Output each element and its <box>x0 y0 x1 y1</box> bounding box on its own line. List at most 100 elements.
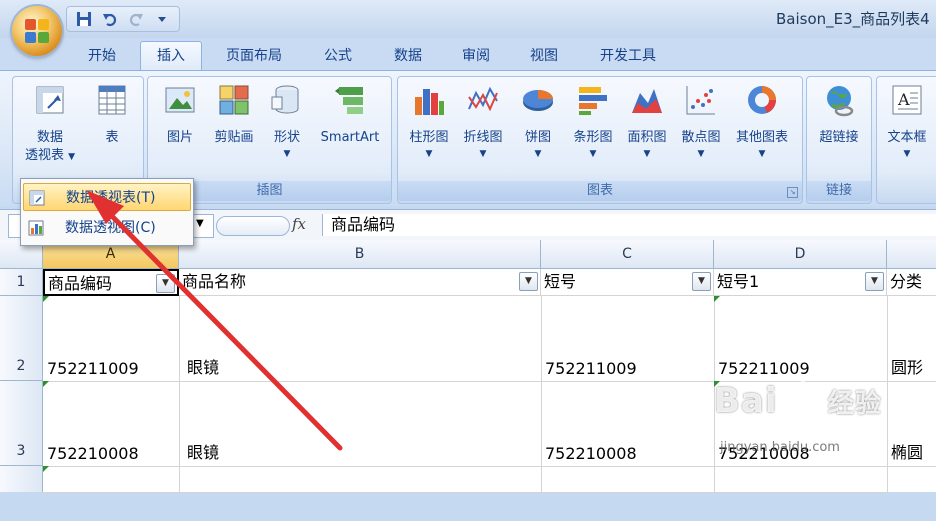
links-group-label: 链接 <box>807 181 871 201</box>
redo-icon[interactable] <box>125 9 147 29</box>
tab-formulas[interactable]: 公式 <box>312 44 364 68</box>
header-cell-text: 商品编码 <box>48 274 113 293</box>
pivot-chart-small-icon <box>28 220 44 236</box>
watermark-main-text: Bai <box>714 381 778 421</box>
shapes-button[interactable]: 形状 ▼ <box>264 83 310 161</box>
data-cell[interactable]: 眼镜 <box>179 296 542 382</box>
formula-input[interactable]: 商品编码 <box>322 214 936 236</box>
row-header-2[interactable]: 2 <box>0 296 43 381</box>
tab-data[interactable]: 数据 <box>382 44 434 68</box>
scatter-chart-icon <box>686 86 715 115</box>
filter-dropdown-icon[interactable]: ▼ <box>156 274 175 293</box>
dropdown-arrow-icon: ▼ <box>697 149 705 159</box>
data-cell[interactable]: 752211009 <box>714 296 888 382</box>
save-icon[interactable] <box>73 9 95 29</box>
column-chart-button[interactable]: 柱形图 ▼ <box>402 83 456 161</box>
data-cell[interactable]: 眼镜 <box>179 381 542 467</box>
bar-chart-icon <box>579 87 607 115</box>
smartart-label: SmartArt <box>320 130 380 145</box>
smartart-button[interactable]: SmartArt <box>314 83 386 147</box>
picture-label: 图片 <box>166 130 193 145</box>
shapes-icon <box>271 85 299 114</box>
row-header-3[interactable]: 3 <box>0 381 43 466</box>
textbox-label: 文本框 <box>887 130 927 145</box>
tab-view[interactable]: 视图 <box>518 44 570 68</box>
office-button[interactable] <box>12 6 62 56</box>
pivot-table-button[interactable]: 数据 透视表 ▼ <box>19 83 81 165</box>
name-box-dropdown-icon[interactable]: ▼ <box>196 218 204 229</box>
column-chart-label: 柱形图 <box>409 130 449 145</box>
column-header-b[interactable]: B <box>179 240 541 269</box>
formula-oval[interactable] <box>216 216 290 236</box>
charts-group-label: 图表 <box>398 181 802 201</box>
data-cell[interactable]: 752210008 <box>541 381 715 467</box>
table-icon <box>98 85 126 115</box>
column-header-e[interactable] <box>887 240 936 269</box>
customize-icon[interactable] <box>151 9 173 29</box>
insert-function-icon[interactable]: fx <box>292 215 306 233</box>
dropdown-arrow-icon: ▼ <box>479 149 487 159</box>
smartart-icon <box>335 87 363 114</box>
tab-developer[interactable]: 开发工具 <box>588 44 668 68</box>
shapes-label: 形状 <box>273 130 300 145</box>
header-cell-text: 分类 <box>890 272 923 291</box>
data-cell[interactable]: 752211009 <box>43 296 180 382</box>
data-cell[interactable]: 752211009 <box>541 296 715 382</box>
area-chart-button[interactable]: 面积图 ▼ <box>620 83 674 161</box>
menu-item-pivot-table[interactable]: 数据透视表(T) <box>23 183 191 211</box>
tab-page-layout[interactable]: 页面布局 <box>214 44 294 68</box>
data-cell[interactable] <box>43 466 180 493</box>
tab-home[interactable]: 开始 <box>72 44 132 68</box>
pivot-table-icon <box>36 86 64 114</box>
data-cell[interactable] <box>541 466 715 493</box>
table-button[interactable]: 表 <box>87 83 137 147</box>
undo-icon[interactable] <box>99 9 121 29</box>
row-header-4[interactable] <box>0 466 43 492</box>
picture-button[interactable]: 图片 <box>156 83 204 147</box>
line-chart-icon <box>468 86 498 112</box>
tab-insert[interactable]: 插入 <box>140 41 202 71</box>
data-cell[interactable] <box>179 466 542 493</box>
column-header-d[interactable]: D <box>714 240 887 269</box>
column-header-c[interactable]: C <box>541 240 714 269</box>
hyperlink-button[interactable]: 超链接 <box>811 83 867 147</box>
row-header-1[interactable]: 1 <box>0 269 43 296</box>
textbox-button[interactable]: A 文本框 ▼ <box>879 83 935 161</box>
error-indicator-icon <box>43 381 49 387</box>
pivot-table-label-1: 数据 <box>36 130 63 145</box>
clipart-button[interactable]: 剪贴画 <box>206 83 262 147</box>
bar-chart-button[interactable]: 条形图 ▼ <box>566 83 620 161</box>
filter-dropdown-icon[interactable]: ▼ <box>692 272 711 291</box>
data-cell[interactable] <box>714 466 888 493</box>
error-indicator-icon <box>43 296 49 302</box>
data-cell[interactable]: 752210008 <box>43 381 180 467</box>
header-cell[interactable]: 商品名称 ▼ <box>179 269 541 296</box>
links-group: 超链接 链接 <box>806 76 872 204</box>
menu-item-label: 数据透视表(T) <box>66 190 156 206</box>
bar-chart-label: 条形图 <box>573 130 613 145</box>
filter-dropdown-icon[interactable]: ▼ <box>865 272 884 291</box>
dialog-launcher-icon[interactable]: ↘ <box>787 187 798 198</box>
header-cell[interactable]: 短号 ▼ <box>541 269 714 296</box>
data-cell[interactable]: 圆形 <box>887 296 936 382</box>
pie-chart-label: 饼图 <box>524 130 551 145</box>
other-charts-button[interactable]: 其他图表 ▼ <box>728 83 796 161</box>
dropdown-arrow-icon: ▼ <box>589 149 597 159</box>
header-cell[interactable]: 短号1 ▼ <box>714 269 887 296</box>
menu-item-pivot-chart[interactable]: 数据透视图(C) <box>23 214 191 242</box>
header-cell[interactable]: 商品编码 ▼ <box>43 269 179 296</box>
data-cell[interactable]: 椭圆 <box>887 381 936 467</box>
tab-review[interactable]: 审阅 <box>450 44 502 68</box>
pivot-table-small-icon <box>29 190 45 206</box>
line-chart-button[interactable]: 折线图 ▼ <box>456 83 510 161</box>
title-bar: Baison_E3_商品列表4 <box>0 0 936 38</box>
scatter-chart-button[interactable]: 散点图 ▼ <box>674 83 728 161</box>
filter-dropdown-icon[interactable]: ▼ <box>519 272 538 291</box>
pie-chart-button[interactable]: 饼图 ▼ <box>512 83 564 161</box>
baidu-watermark: Bai 经验 jingyan.baidu.com <box>714 380 882 455</box>
office-logo-icon <box>25 19 49 43</box>
header-cell[interactable]: 分类 <box>887 269 936 296</box>
doughnut-chart-icon <box>748 86 776 114</box>
pivot-table-label-2: 透视表 ▼ <box>24 148 76 163</box>
menu-item-label: 数据透视图(C) <box>65 220 156 236</box>
